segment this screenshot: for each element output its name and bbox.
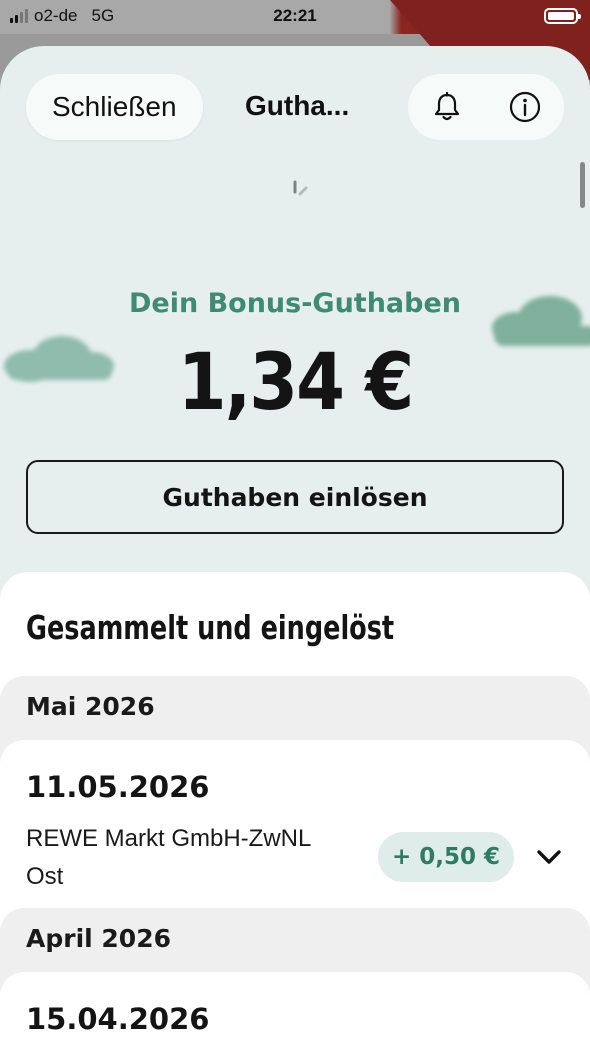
redeem-balance-button[interactable]: Guthaben einlösen bbox=[26, 460, 564, 534]
loading-spinner-icon bbox=[293, 180, 308, 196]
transaction-row[interactable]: 11.05.2026 REWE Markt GmbH-ZwNL Ost + 0,… bbox=[0, 740, 590, 912]
bonus-balance-amount: 1,34 € bbox=[177, 338, 414, 428]
info-icon[interactable] bbox=[505, 87, 545, 127]
status-bar: o2-de 5G 22:21 bbox=[0, 0, 590, 80]
bonus-sheet: Schließen Gutha... Dein Bonus-Guthaben 1… bbox=[0, 46, 590, 1048]
close-button[interactable]: Schließen bbox=[26, 74, 203, 140]
chevron-down-icon[interactable] bbox=[532, 840, 566, 874]
top-bar: Schließen Gutha... bbox=[0, 46, 590, 166]
transaction-date: 15.04.2026 bbox=[26, 1002, 210, 1036]
bell-icon[interactable] bbox=[427, 87, 467, 127]
bonus-balance-label: Dein Bonus-Guthaben bbox=[128, 288, 462, 319]
transaction-amount-badge: + 0,50 € bbox=[378, 832, 515, 882]
transaction-date: 11.05.2026 bbox=[26, 770, 210, 804]
transaction-merchant: REWE Markt GmbH-ZwNL Ost bbox=[26, 825, 311, 890]
scrollbar[interactable] bbox=[580, 162, 585, 208]
header-actions bbox=[408, 74, 564, 140]
month-label: April 2026 bbox=[26, 924, 171, 953]
history-panel: Gesammelt und eingelöst Mai 2026 11.05.2… bbox=[0, 572, 590, 1048]
month-label: Mai 2026 bbox=[26, 692, 155, 721]
transaction-row[interactable]: 15.04.2026 bbox=[0, 972, 590, 1048]
battery-icon bbox=[544, 8, 581, 24]
history-title: Gesammelt und eingelöst bbox=[26, 608, 395, 647]
status-time: 22:21 bbox=[273, 6, 317, 25]
page-title: Gutha... bbox=[245, 90, 350, 121]
